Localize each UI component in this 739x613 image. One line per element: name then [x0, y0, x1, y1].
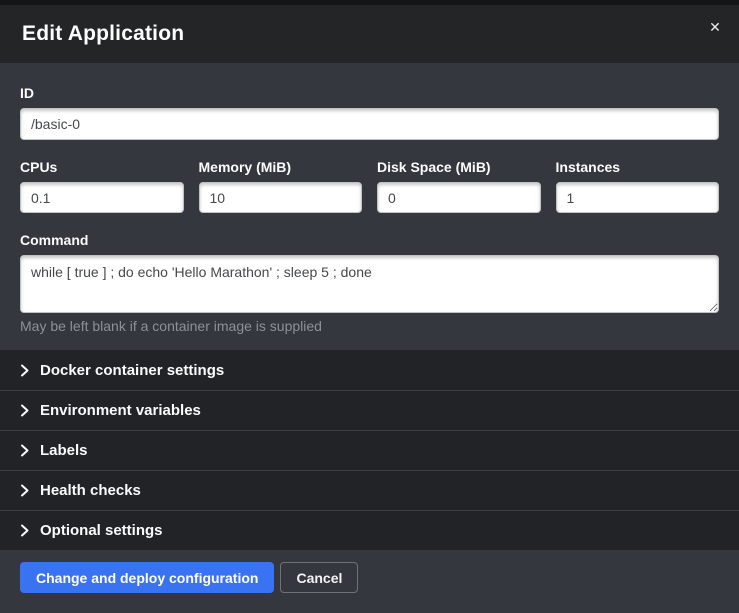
- edit-application-modal: Edit Application ✕ ID CPUs Memory (MiB) …: [0, 0, 739, 599]
- command-input[interactable]: while [ true ] ; do echo 'Hello Marathon…: [20, 255, 719, 313]
- modal-footer: Change and deploy configuration Cancel: [0, 550, 739, 613]
- section-docker-container-settings[interactable]: Docker container settings: [0, 350, 739, 390]
- section-labels[interactable]: Labels: [0, 430, 739, 470]
- section-label: Docker container settings: [40, 362, 224, 379]
- section-label: Health checks: [40, 482, 141, 499]
- cpus-field-group: CPUs: [20, 159, 184, 213]
- chevron-right-icon: [20, 524, 29, 537]
- instances-input[interactable]: [556, 182, 720, 213]
- disk-space-field-group: Disk Space (MiB): [377, 159, 541, 213]
- instances-label: Instances: [556, 159, 720, 175]
- section-health-checks[interactable]: Health checks: [0, 470, 739, 510]
- close-icon: ✕: [709, 19, 721, 35]
- close-button[interactable]: ✕: [703, 15, 727, 39]
- modal-header: Edit Application ✕: [0, 5, 739, 63]
- memory-input[interactable]: [199, 182, 363, 213]
- chevron-right-icon: [20, 404, 29, 417]
- id-input[interactable]: [20, 108, 719, 140]
- deploy-button[interactable]: Change and deploy configuration: [20, 562, 274, 593]
- section-optional-settings[interactable]: Optional settings: [0, 510, 739, 550]
- section-label: Labels: [40, 442, 88, 459]
- section-label: Optional settings: [40, 522, 163, 539]
- command-field-group: Command while [ true ] ; do echo 'Hello …: [20, 232, 719, 334]
- cancel-button[interactable]: Cancel: [280, 562, 358, 593]
- instances-field-group: Instances: [556, 159, 720, 213]
- command-help-text: May be left blank if a container image i…: [20, 318, 719, 334]
- modal-title: Edit Application: [22, 22, 184, 46]
- cpus-input[interactable]: [20, 182, 184, 213]
- application-form: ID CPUs Memory (MiB) Disk Space (MiB) In…: [0, 63, 739, 350]
- chevron-right-icon: [20, 444, 29, 457]
- collapsible-sections: Docker container settings Environment va…: [0, 350, 739, 550]
- command-label: Command: [20, 232, 719, 248]
- disk-space-label: Disk Space (MiB): [377, 159, 541, 175]
- memory-field-group: Memory (MiB): [199, 159, 363, 213]
- id-label: ID: [20, 85, 719, 101]
- section-label: Environment variables: [40, 402, 201, 419]
- resources-row: CPUs Memory (MiB) Disk Space (MiB) Insta…: [20, 159, 719, 213]
- chevron-right-icon: [20, 364, 29, 377]
- cpus-label: CPUs: [20, 159, 184, 175]
- memory-label: Memory (MiB): [199, 159, 363, 175]
- id-field-group: ID: [20, 85, 719, 140]
- chevron-right-icon: [20, 484, 29, 497]
- disk-space-input[interactable]: [377, 182, 541, 213]
- section-environment-variables[interactable]: Environment variables: [0, 390, 739, 430]
